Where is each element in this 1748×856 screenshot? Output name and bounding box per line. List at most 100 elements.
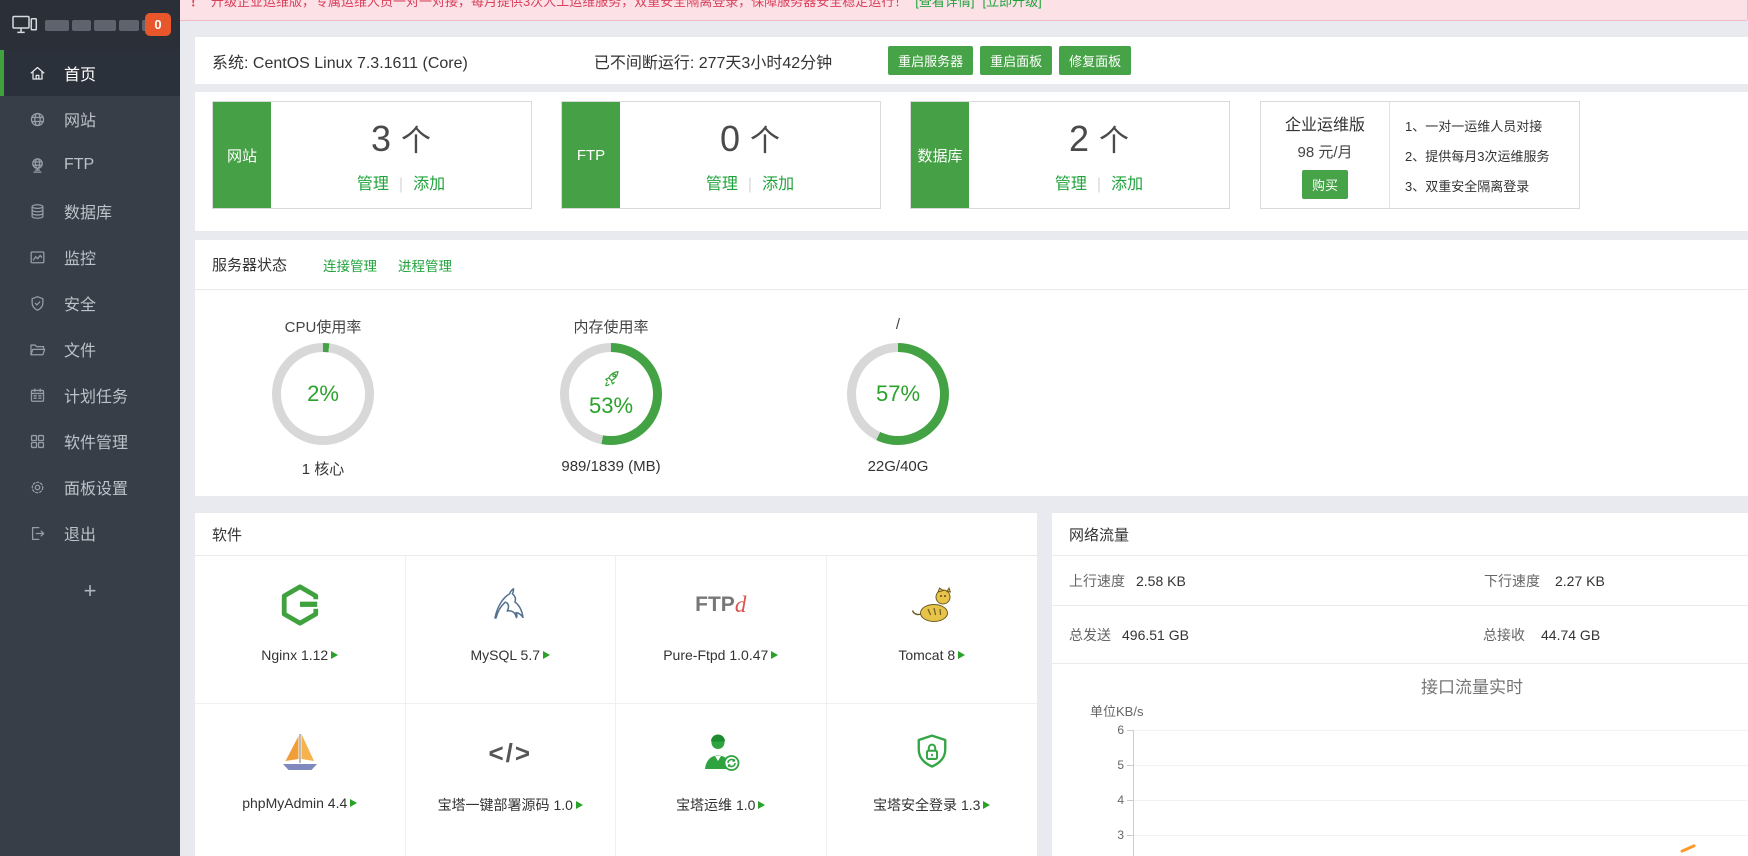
connection-manage-link[interactable]: 连接管理: [323, 240, 377, 290]
software-item[interactable]: Tomcat 8: [827, 556, 1038, 704]
server-monitor-icon: [12, 15, 39, 36]
database-count: 2个: [1069, 116, 1129, 160]
sidebar-item-settings[interactable]: 面板设置: [0, 464, 180, 510]
software-item[interactable]: 宝塔安全登录 1.3: [827, 704, 1038, 856]
promo-feature: 3、双重安全隔离登录: [1405, 176, 1579, 195]
total-recv-value: 44.74 GB: [1541, 627, 1600, 643]
software-header: 软件: [195, 513, 1037, 556]
notice-detail-link[interactable]: [查看详情]: [915, 0, 974, 9]
y-tick-label: 6: [1094, 723, 1124, 737]
sidebar-item-cron[interactable]: 计划任务: [0, 372, 180, 418]
system-buttons: 重启服务器重启面板修复面板: [888, 46, 1131, 75]
sites-add-link[interactable]: 添加: [413, 176, 445, 193]
monitor-icon: [27, 247, 47, 267]
traffic-chart: 接口流量实时 单位KB/s 6543: [1052, 664, 1748, 856]
database-manage-link[interactable]: 管理: [1055, 176, 1087, 193]
notice-upgrade-link[interactable]: [立即升级]: [982, 0, 1041, 9]
promo-feature: 1、一对一运维人员对接: [1405, 116, 1579, 135]
sidebar-item-label: 文件: [64, 337, 96, 361]
play-icon: [350, 799, 357, 807]
gauge-title: /: [788, 316, 1008, 336]
settings-icon: [27, 477, 47, 497]
software-item-label: 宝塔安全登录 1.3: [873, 795, 990, 815]
restart-panel-button[interactable]: 重启面板: [980, 46, 1052, 75]
promo-price: 98 元/月: [1297, 141, 1352, 162]
sidebar-item-soft[interactable]: 软件管理: [0, 418, 180, 464]
sidebar-item-security[interactable]: 安全: [0, 280, 180, 326]
notice-text-row: ！升级企业运维版，专属运维人员一对一对接，每月提供3次人工运维服务，双重安全隔离…: [190, 0, 1042, 10]
nginx-icon: [278, 581, 322, 629]
enterprise-promo-card: 企业运维版 98 元/月 购买 1、一对一运维人员对接2、提供每月3次运维服务3…: [1260, 101, 1580, 209]
up-speed-label: 上行速度: [1069, 571, 1125, 591]
restart-server-button[interactable]: 重启服务器: [888, 46, 973, 75]
sidebar-item-sites[interactable]: 网站: [0, 96, 180, 142]
process-manage-link[interactable]: 进程管理: [398, 240, 452, 290]
sidebar-item-label: 安全: [64, 291, 96, 315]
gauge-ring: 53%: [560, 343, 662, 445]
gauge-title: 内存使用率: [501, 316, 721, 336]
sidebar-item-files[interactable]: 文件: [0, 326, 180, 372]
message-count-badge[interactable]: 0: [145, 13, 171, 36]
software-item[interactable]: Nginx 1.12: [195, 556, 406, 704]
software-grid: Nginx 1.12MySQL 5.7FTPdPure-Ftpd 1.0.47T…: [195, 556, 1037, 856]
software-item[interactable]: FTPdPure-Ftpd 1.0.47: [616, 556, 827, 704]
site-icon: [27, 109, 47, 129]
ftp-tag: FTP: [562, 102, 620, 208]
sidebar-item-database[interactable]: 数据库: [0, 188, 180, 234]
sidebar-item-monitor[interactable]: 监控: [0, 234, 180, 280]
software-item-label: phpMyAdmin 4.4: [242, 795, 357, 811]
server-status-header: 服务器状态 连接管理 进程管理: [195, 240, 1748, 290]
sidebar-item-label: 监控: [64, 245, 96, 269]
play-icon: [543, 651, 550, 659]
sites-tag: 网站: [213, 102, 271, 208]
sites-stat-card: 网站3个管理|添加: [212, 101, 532, 209]
sidebar-item-label: FTP: [64, 156, 94, 174]
chart-y-axis: [1133, 730, 1134, 856]
server-status-title: 服务器状态: [212, 254, 287, 275]
promo-features: 1、一对一运维人员对接 2、提供每月3次运维服务 3、双重安全隔离登录: [1390, 102, 1579, 208]
sidebar-item-logout[interactable]: 退出: [0, 510, 180, 556]
buy-button[interactable]: 购买: [1302, 170, 1348, 199]
gauge-percent: 53%: [589, 393, 633, 419]
database-stat-card: 数据库2个管理|添加: [910, 101, 1230, 209]
promo-feature: 2、提供每月3次运维服务: [1405, 146, 1579, 165]
software-item[interactable]: 宝塔运维 1.0: [616, 704, 827, 856]
ftp-add-link[interactable]: 添加: [762, 176, 794, 193]
link-separator: |: [748, 176, 752, 193]
play-icon: [758, 801, 765, 809]
sites-manage-link[interactable]: 管理: [357, 176, 389, 193]
ftp-manage-link[interactable]: 管理: [706, 176, 738, 193]
total-sent-label: 总发送: [1069, 625, 1111, 645]
sidebar-item-label: 面板设置: [64, 475, 128, 499]
database-add-link[interactable]: 添加: [1111, 176, 1143, 193]
sidebar-item-ftp[interactable]: FTP: [0, 142, 180, 188]
gauge-ring: 57%: [847, 343, 949, 445]
play-icon: [771, 651, 778, 659]
gauge-sub-label: 22G/40G: [788, 458, 1008, 475]
software-item-label: Pure-Ftpd 1.0.47: [663, 647, 778, 663]
sidebar-item-label: 首页: [64, 61, 96, 85]
sidebar-add-button[interactable]: +: [0, 568, 180, 614]
database-body: 2个管理|添加: [969, 102, 1229, 208]
network-panel: 网络流量 上行速度 2.58 KB 下行速度 2.27 KB 总发送 496.5…: [1052, 513, 1748, 856]
sidebar-header: 0: [0, 0, 180, 50]
ops-icon: [698, 729, 744, 777]
software-item[interactable]: </>宝塔一键部署源码 1.0: [406, 704, 617, 856]
server-status-panel: 服务器状态 连接管理 进程管理 CPU使用率2%1 核心内存使用率53%989/…: [195, 240, 1748, 496]
software-item[interactable]: MySQL 5.7: [406, 556, 617, 704]
sidebar-item-label: 数据库: [64, 199, 112, 223]
network-header: 网络流量: [1052, 513, 1748, 556]
sites-count: 3个: [371, 116, 431, 160]
os-label: 系统: CentOS Linux 7.3.1611 (Core): [212, 49, 468, 73]
gauge-percent: 2%: [307, 381, 339, 407]
chart-unit-label: 单位KB/s: [1090, 701, 1143, 720]
gauge-disk: / 57% 22G/40G: [788, 290, 1008, 475]
chart-series-start: [1680, 844, 1696, 853]
cron-icon: [27, 385, 47, 405]
bt-panel-dashboard: ！升级企业运维版，专属运维人员一对一对接，每月提供3次人工运维服务，双重安全隔离…: [0, 0, 1748, 856]
software-item[interactable]: phpMyAdmin 4.4: [195, 704, 406, 856]
repair-panel-button[interactable]: 修复面板: [1059, 46, 1131, 75]
software-panel: 软件 Nginx 1.12MySQL 5.7FTPdPure-Ftpd 1.0.…: [195, 513, 1037, 856]
software-title: 软件: [212, 524, 242, 545]
sidebar-item-home[interactable]: 首页: [0, 50, 180, 96]
